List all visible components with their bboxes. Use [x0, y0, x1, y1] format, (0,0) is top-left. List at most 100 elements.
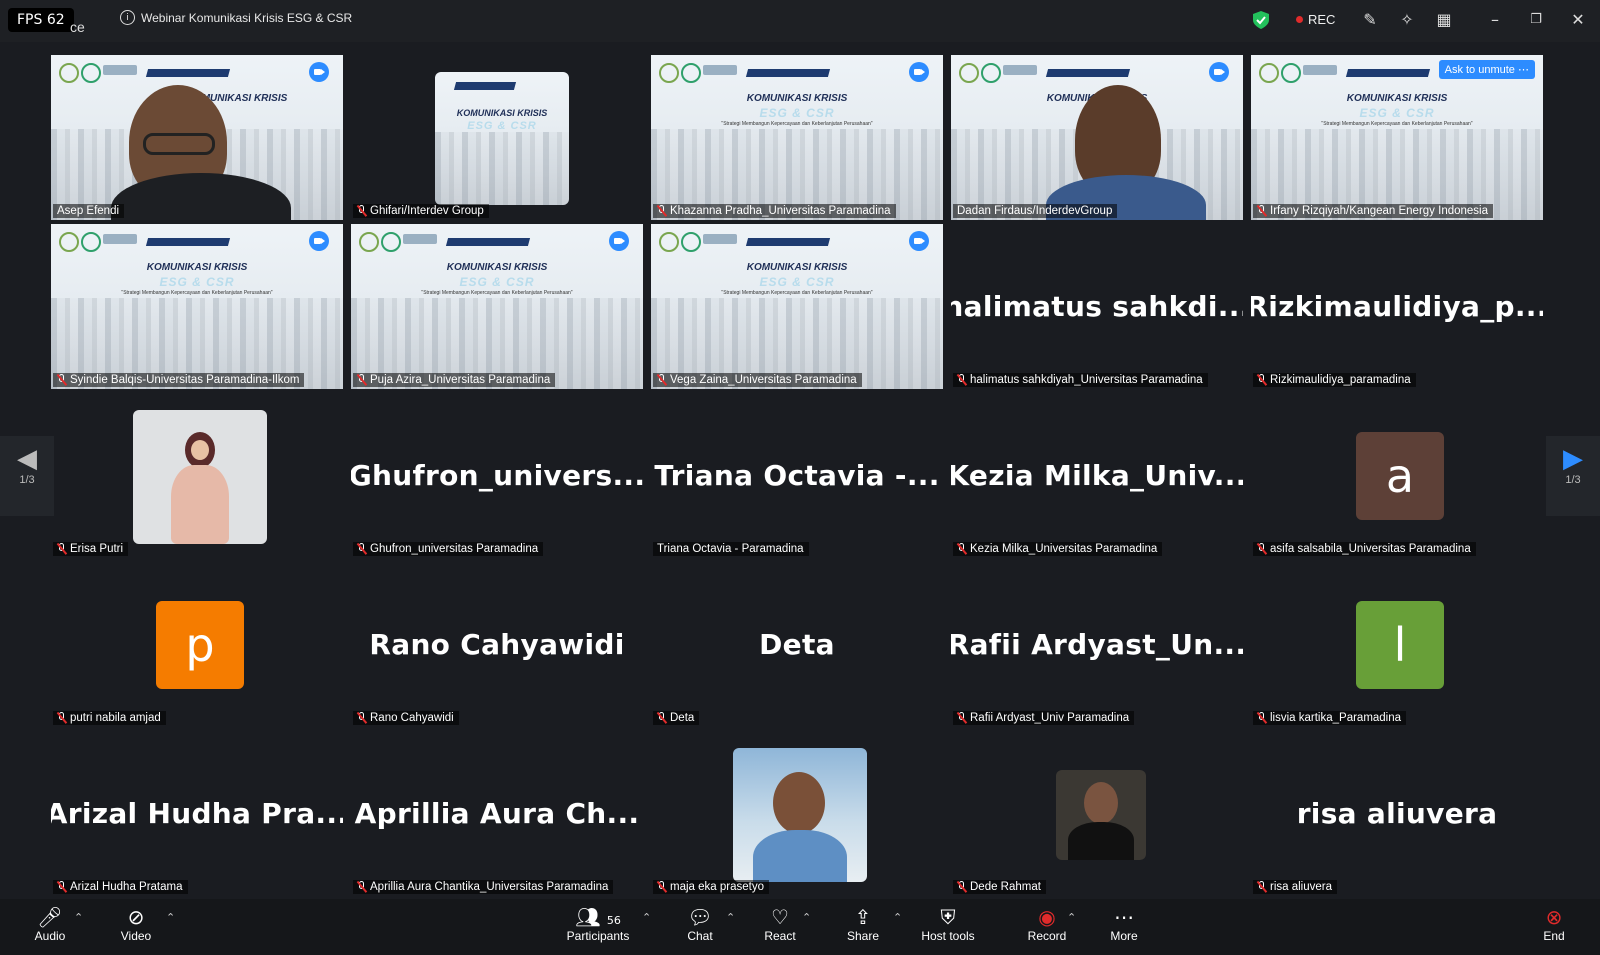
audio-button[interactable]: 🎤︎ Audio — [30, 905, 70, 943]
fps-counter: FPS 62 — [8, 8, 74, 32]
slide-tagline: "Strategi Membangun Kepercayaan dan Kebe… — [721, 121, 873, 127]
participant-name: Kezia Milka_Universitas Paramadina — [970, 543, 1158, 555]
participant-tile[interactable]: maja eka prasetyo — [651, 731, 943, 896]
mic-muted-icon — [357, 205, 366, 217]
zoom-camera-icon — [609, 231, 629, 251]
participant-name-tag: Rano Cahyawidi — [353, 711, 459, 725]
participant-tile[interactable]: Rafii Ardyast_Un... Rafii Ardyast_Univ P… — [951, 562, 1243, 727]
participant-tile[interactable]: Dede Rahmat — [951, 731, 1243, 896]
participant-name: Triana Octavia - Paramadina — [657, 543, 804, 555]
participant-display-name: Rizkimaulidiya_p... — [1251, 290, 1543, 323]
participant-tile[interactable]: Rano Cahyawidi Rano Cahyawidi — [351, 562, 643, 727]
participant-tile[interactable]: a asifa salsabila_Universitas Paramadina — [1251, 393, 1543, 558]
participant-name-tag: Ghifari/Interdev Group — [353, 204, 489, 218]
participant-name: Vega Zaina_Universitas Paramadina — [670, 374, 857, 386]
participants-icon: 👥︎ 56 — [575, 905, 621, 929]
participant-display-name: Rano Cahyawidi — [369, 628, 625, 661]
participant-tile[interactable]: halimatus sahkdi... halimatus sahkdiyah_… — [951, 224, 1243, 389]
meeting-info[interactable]: i Webinar Komunikasi Krisis ESG & CSR — [120, 10, 352, 25]
mic-muted-icon — [1257, 543, 1266, 555]
participant-tile[interactable]: Triana Octavia -... Triana Octavia - Par… — [651, 393, 943, 558]
recording-dot-icon — [1296, 16, 1303, 23]
react-options-caret[interactable]: ⌃ — [802, 911, 811, 924]
glasses — [143, 133, 215, 155]
participants-button[interactable]: 👥︎ 56 Participants — [560, 905, 636, 943]
record-label: Record — [1027, 929, 1067, 943]
participant-tile[interactable]: KOMUNIKASI KRISIS ESG & CSR "Strategi Memb… — [651, 224, 943, 389]
sparkle-icon[interactable]: ✧ — [1397, 10, 1417, 30]
slide-title: KOMUNIKASI KRISIS — [746, 262, 848, 273]
record-button[interactable]: ◉ Record — [1025, 905, 1069, 943]
chat-options-caret[interactable]: ⌃ — [726, 911, 735, 924]
participant-display-name: Rafii Ardyast_Un... — [951, 628, 1243, 661]
end-meeting-button[interactable]: ⊗ End — [1536, 905, 1572, 943]
zoom-camera-icon — [309, 62, 329, 82]
react-button[interactable]: ♡ React — [760, 905, 800, 943]
participants-options-caret[interactable]: ⌃ — [642, 911, 651, 924]
record-options-caret[interactable]: ⌃ — [1067, 911, 1076, 924]
participant-tile[interactable]: KOMUNIKASI KRISIS Asep Efendi — [51, 55, 343, 220]
encryption-shield-icon[interactable] — [1253, 11, 1269, 29]
share-button[interactable]: ⇪ Share — [843, 905, 883, 943]
audio-label: Audio — [34, 929, 66, 943]
participant-tile[interactable]: Ghufron_univers... Ghufron_universitas P… — [351, 393, 643, 558]
restore-icon[interactable]: ❐ — [1526, 10, 1546, 30]
participant-tile[interactable]: KOMUNIKASI KRISIS ESG & CSR "Strategi Memb… — [651, 55, 943, 220]
participant-tile[interactable]: Kezia Milka_Univ... Kezia Milka_Universi… — [951, 393, 1243, 558]
participant-tile[interactable]: p putri nabila amjad — [51, 562, 343, 727]
more-button[interactable]: ⋯ More — [1104, 905, 1144, 943]
participant-avatar-letter: a — [1356, 432, 1444, 520]
participant-name-tag: Rafii Ardyast_Univ Paramadina — [953, 711, 1135, 725]
participant-tile[interactable]: Aprillia Aura Ch... Aprillia Aura Chanti… — [351, 731, 643, 896]
ask-to-unmute-button[interactable]: Ask to unmute ⋯ — [1438, 60, 1535, 79]
participant-name-tag: halimatus sahkdiyah_Universitas Paramadi… — [953, 373, 1208, 387]
chevron-left-icon: ◀ — [17, 444, 37, 474]
annotate-icon[interactable]: ✎ — [1360, 10, 1380, 30]
participant-name: Dede Rahmat — [970, 881, 1041, 893]
share-label: Share — [846, 929, 880, 943]
participant-tile[interactable]: KOMUNIKASI KRISIS ESG & CSR Ghifari/Inte… — [351, 55, 643, 220]
host-tools-button[interactable]: ⛨ Host tools — [915, 905, 981, 943]
info-icon[interactable]: i — [120, 10, 135, 25]
participant-tile[interactable]: KOMUNIKASI KRISIS ESG & CSR "Strategi Memb… — [351, 224, 643, 389]
mic-muted-icon — [957, 712, 966, 724]
participant-name-tag: Rizkimaulidiya_paramadina — [1253, 373, 1416, 387]
participant-name-tag: Khazanna Pradha_Universitas Paramadina — [653, 204, 896, 218]
participant-tile[interactable]: Erisa Putri — [51, 393, 343, 558]
participant-name-tag: Dadan Firdaus/InderdevGroup — [953, 204, 1118, 218]
participant-tile[interactable]: l lisvia kartika_Paramadina — [1251, 562, 1543, 727]
participant-tile[interactable]: risa aliuvera risa aliuvera — [1251, 731, 1543, 896]
mic-muted-icon — [357, 543, 366, 555]
participant-tile[interactable]: Deta Deta — [651, 562, 943, 727]
participant-name-tag: Syindie Balqis-Universitas Paramadina-Il… — [53, 373, 305, 387]
mic-muted-icon — [1257, 205, 1266, 217]
share-options-caret[interactable]: ⌃ — [893, 911, 902, 924]
participant-tile[interactable]: Arizal Hudha Pra... Arizal Hudha Pratama — [51, 731, 343, 896]
video-button[interactable]: ⊘ Video — [116, 905, 156, 943]
host-tools-label: Host tools — [921, 929, 975, 943]
participant-tile[interactable]: KOMUNIKASI KRISIS ESG & CSR "Strategi Memb… — [1251, 55, 1543, 220]
participant-tile-active-speaker[interactable]: KOMUNIKASI KRISIS Dadan Firdaus/Inderdev… — [951, 55, 1243, 220]
participant-name: Irfany Rizqiyah/Kangean Energy Indonesia — [1270, 205, 1489, 217]
video-options-caret[interactable]: ⌃ — [166, 911, 175, 924]
participant-avatar-letter: l — [1356, 601, 1444, 689]
participant-name: lisvia kartika_Paramadina — [1270, 712, 1402, 724]
next-page-button[interactable]: ▶ 1/3 — [1546, 436, 1600, 516]
previous-page-button[interactable]: ◀ 1/3 — [0, 436, 54, 516]
heart-icon: ♡ — [771, 905, 789, 929]
chat-button[interactable]: 💬︎ Chat — [680, 905, 720, 943]
chat-icon: 💬︎ — [687, 905, 713, 929]
mic-muted-icon — [657, 881, 666, 893]
minimize-icon[interactable]: – — [1485, 10, 1505, 30]
participant-tile[interactable]: Rizkimaulidiya_p... Rizkimaulidiya_param… — [1251, 224, 1543, 389]
audio-options-caret[interactable]: ⌃ — [74, 911, 83, 924]
mic-muted-icon — [357, 881, 366, 893]
participant-tile[interactable]: KOMUNIKASI KRISIS ESG & CSR "Strategi Memb… — [51, 224, 343, 389]
slide-tagline: "Strategi Membangun Kepercayaan dan Kebe… — [121, 290, 273, 296]
slide-thumbnail: KOMUNIKASI KRISIS ESG & CSR — [435, 72, 569, 205]
participant-display-name: Kezia Milka_Univ... — [951, 459, 1243, 492]
recording-indicator[interactable]: REC — [1296, 12, 1335, 27]
grid-view-icon[interactable]: ▦ — [1434, 10, 1454, 30]
close-icon[interactable]: ✕ — [1568, 10, 1588, 30]
chat-label: Chat — [687, 929, 713, 943]
